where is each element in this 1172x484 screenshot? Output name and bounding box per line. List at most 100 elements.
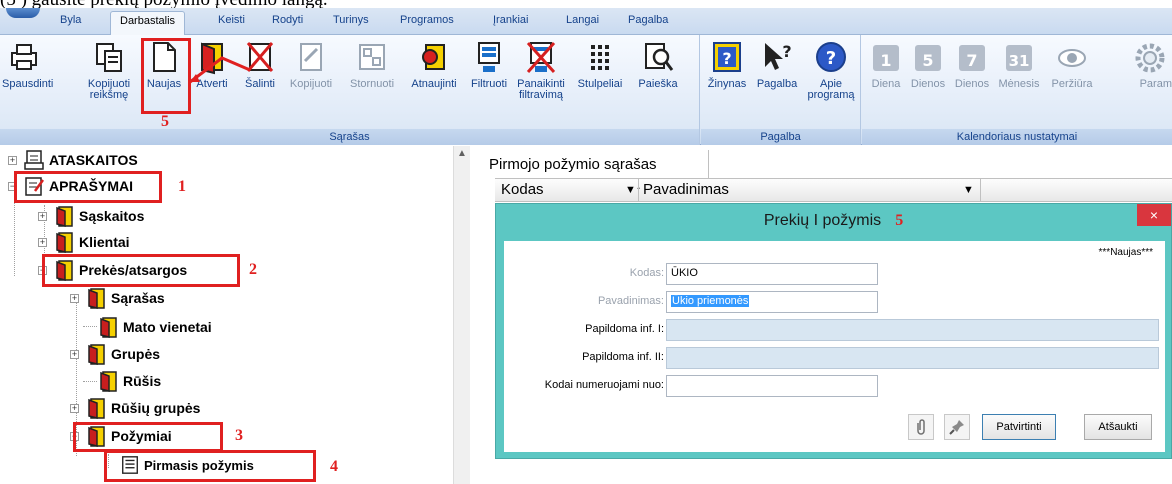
svg-text:5: 5 xyxy=(922,51,933,70)
help-pointer-button[interactable]: ? Pagalba xyxy=(753,39,801,111)
tree-item-aprasymai[interactable]: − APRAŠYMAI xyxy=(8,174,133,198)
expand-icon[interactable]: + xyxy=(70,349,79,359)
expand-icon[interactable]: + xyxy=(70,403,79,413)
new-button[interactable]: Naujas xyxy=(142,39,186,111)
menu-langai[interactable]: Langai xyxy=(566,14,599,26)
dialog-body: ***Naujas*** Kodas: ŪKIO Pavadinimas: Ūk… xyxy=(504,241,1165,452)
svg-text:1: 1 xyxy=(880,51,891,70)
tree-scrollbar[interactable]: ▲ xyxy=(453,146,470,484)
tree-line xyxy=(83,326,97,327)
copy-value-button[interactable]: Kopijuoti reikšmę xyxy=(84,39,134,111)
columns-button[interactable]: Stulpeliai xyxy=(572,39,628,111)
refresh-icon xyxy=(422,44,445,70)
expand-icon[interactable]: + xyxy=(70,293,79,303)
clear-filter-icon xyxy=(526,41,556,74)
kodai-numeruojami-input[interactable] xyxy=(666,375,878,397)
month-button[interactable]: 31 Mėnesis xyxy=(994,39,1044,111)
tree-line xyxy=(108,454,109,468)
reports-icon xyxy=(24,150,44,170)
book-icon xyxy=(56,206,73,227)
menu-rodyti[interactable]: Rodyti xyxy=(272,14,303,26)
expand-icon[interactable]: + xyxy=(38,237,47,247)
pin-icon xyxy=(949,420,964,435)
days-button[interactable]: 5 Dienos xyxy=(906,39,950,111)
collapse-icon[interactable]: − xyxy=(38,265,47,275)
record-mode-label: ***Naujas*** xyxy=(1098,247,1153,258)
filter-icon[interactable]: ▼ xyxy=(963,184,974,196)
close-button[interactable]: × xyxy=(1137,204,1171,226)
svg-text:31: 31 xyxy=(1009,52,1030,70)
copy-button[interactable]: Kopijuoti xyxy=(284,39,338,111)
pavadinimas-input[interactable]: Ūkio priemonės xyxy=(666,291,878,313)
list-area xyxy=(495,459,1172,484)
column-kodas[interactable]: Kodas xyxy=(501,181,544,198)
refresh-button[interactable]: Atnaujinti xyxy=(405,39,463,111)
menu-byla[interactable]: Byla xyxy=(60,14,81,26)
day-button[interactable]: 1 Diena xyxy=(866,39,906,111)
papildoma-inf-2-label: Papildoma inf. II: xyxy=(582,351,664,363)
menu-pagalba[interactable]: Pagalba xyxy=(628,14,668,26)
collapse-icon[interactable]: − xyxy=(70,431,79,441)
settings-button[interactable]: Param xyxy=(1102,39,1172,111)
tree-item-pirmasis-pozymis[interactable]: Pirmasis požymis xyxy=(120,453,254,477)
confirm-button[interactable]: Patvirtinti xyxy=(982,414,1056,440)
days-icon: 5 xyxy=(915,45,941,71)
scroll-up-icon[interactable]: ▲ xyxy=(457,148,467,159)
expand-icon[interactable]: + xyxy=(8,155,17,165)
day-icon: 1 xyxy=(873,45,899,71)
dialog-prekiu-pozymis: Prekių I požymis 5 × ***Naujas*** Kodas: … xyxy=(495,203,1172,459)
ribbon-group-sarasas: Spausdinti Kopijuoti reikšmę Naujas Atve… xyxy=(0,35,700,145)
papildoma-inf-1-input[interactable] xyxy=(666,319,1159,341)
annotation-number-2: 2 xyxy=(249,261,257,278)
print-button[interactable]: Spausdinti xyxy=(2,39,53,111)
collapse-icon[interactable]: − xyxy=(8,181,17,191)
month-icon: 31 xyxy=(1006,45,1032,71)
menu-keisti[interactable]: Keisti xyxy=(218,14,245,26)
storno-button[interactable]: Stornuoti xyxy=(343,39,401,111)
help-book-button[interactable]: ? Žinynas xyxy=(703,39,751,111)
tree-item-mato-vienetai[interactable]: Mato vienetai xyxy=(97,315,212,339)
tree-item-saskaitos[interactable]: + Sąskaitos xyxy=(38,204,144,228)
tree-item-grupes[interactable]: + Grupės xyxy=(70,342,160,366)
book-icon xyxy=(88,288,105,309)
column-pavadinimas[interactable]: Pavadinimas xyxy=(643,181,729,198)
search-button[interactable]: Paieška xyxy=(632,39,684,111)
tab-pirmojo-pozymio-sarasas[interactable]: Pirmojo požymio sąrašas xyxy=(477,150,709,178)
menu-darbastalis[interactable]: Darbastalis xyxy=(110,11,186,36)
svg-text:?: ? xyxy=(782,42,791,61)
column-divider xyxy=(638,179,639,201)
about-button[interactable]: ? Apie programą xyxy=(805,39,857,111)
attachment-button[interactable] xyxy=(908,414,934,440)
printer-icon xyxy=(11,44,37,70)
filter-button[interactable]: Filtruoti xyxy=(466,39,512,111)
cancel-button[interactable]: Atšaukti xyxy=(1084,414,1152,440)
ribbon-group-kalendorius-label: Kalendoriaus nustatymai xyxy=(862,129,1172,145)
columns-icon xyxy=(591,45,609,70)
tree-item-sarasas[interactable]: + Sąrašas xyxy=(70,286,165,310)
ribbon-group-pagalba-label: Pagalba xyxy=(701,129,860,145)
week-button[interactable]: 7 Dienos xyxy=(950,39,994,111)
expand-icon[interactable]: + xyxy=(38,211,47,221)
tree-item-klientai[interactable]: + Klientai xyxy=(38,230,130,254)
tree-item-pozymiai[interactable]: − Požymiai xyxy=(70,424,172,448)
tree-item-prekes-atsargos[interactable]: − Prekės/atsargos xyxy=(38,258,187,282)
menu-irankiai[interactable]: Įrankiai xyxy=(493,14,528,26)
storno-icon xyxy=(359,44,385,70)
kodas-label: Kodas: xyxy=(629,267,664,279)
menu-programos[interactable]: Programos xyxy=(400,14,454,26)
menu-turinys[interactable]: Turinys xyxy=(333,14,369,26)
about-icon: ? xyxy=(816,42,846,72)
papildoma-inf-1-label: Papildoma inf. I: xyxy=(585,323,664,335)
kodai-numeruojami-label: Kodai numeruojami nuo: xyxy=(544,379,664,391)
annotation-arrow xyxy=(189,56,251,84)
app-menu-button[interactable] xyxy=(6,8,40,18)
tree-item-rusis[interactable]: Rūšis xyxy=(97,369,161,393)
pin-button[interactable] xyxy=(944,414,970,440)
kodas-input[interactable]: ŪKIO xyxy=(666,263,878,285)
papildoma-inf-2-input[interactable] xyxy=(666,347,1159,369)
tree-item-ataskaitos[interactable]: + ATASKAITOS xyxy=(8,148,138,172)
tree-item-rusiu-grupes[interactable]: + Rūšių grupės xyxy=(70,396,200,420)
descriptions-icon xyxy=(25,177,45,196)
preview-button[interactable]: Peržiūra xyxy=(1045,39,1099,111)
clear-filter-button[interactable]: Panaikinti filtravimą xyxy=(513,39,569,111)
